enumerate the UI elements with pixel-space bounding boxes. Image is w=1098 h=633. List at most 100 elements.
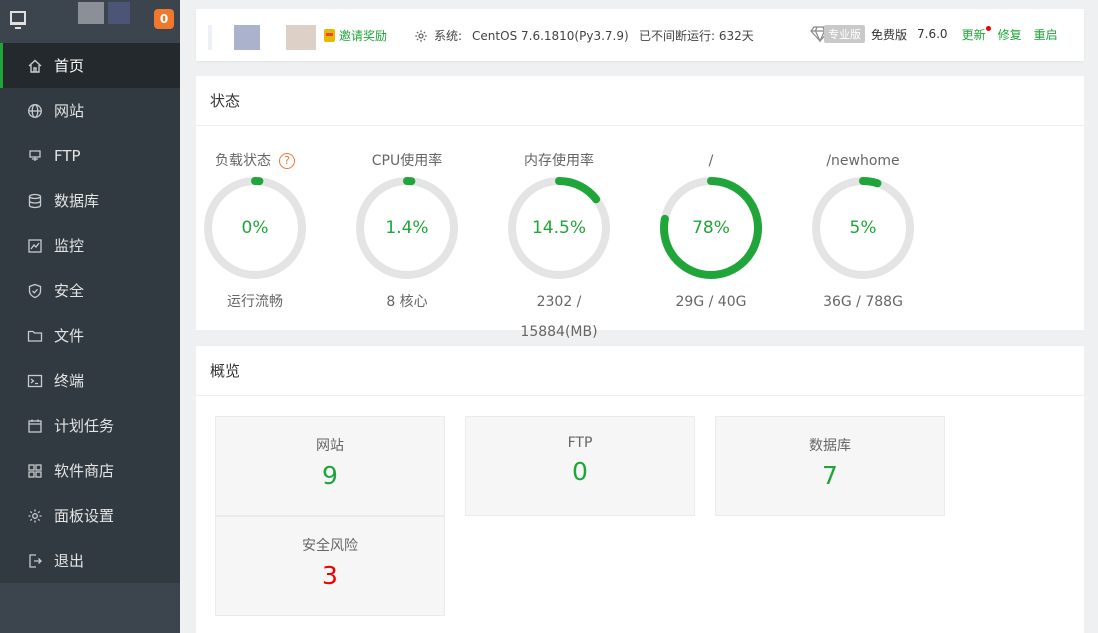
sidebar-item-label: 数据库 bbox=[54, 192, 100, 210]
sidebar-item-files[interactable]: 文件 bbox=[0, 313, 180, 358]
gauge-label: / bbox=[708, 153, 714, 169]
sidebar-item-label: 面板设置 bbox=[54, 507, 115, 525]
blurred-ip-1 bbox=[208, 25, 212, 50]
card-value: 0 bbox=[572, 457, 588, 486]
overview-card-database[interactable]: 数据库 7 bbox=[715, 416, 945, 516]
blurred-ip-3 bbox=[286, 25, 316, 50]
free-edition-label: 免费版 bbox=[871, 27, 908, 42]
card-value: 3 bbox=[322, 561, 338, 590]
sidebar-item-website[interactable]: 网站 bbox=[0, 88, 180, 133]
overview-title: 概览 bbox=[196, 346, 1084, 396]
gauge-ring[interactable]: 78% bbox=[658, 175, 764, 281]
gauge-sub: 36G / 788G bbox=[823, 294, 903, 310]
ftp-icon bbox=[27, 148, 43, 164]
repair-link[interactable]: 修复 bbox=[998, 26, 1022, 43]
home-icon bbox=[27, 58, 43, 74]
sidebar-item-label: 计划任务 bbox=[54, 417, 115, 435]
uptime-text: 已不间断运行: 632天 bbox=[639, 29, 754, 43]
status-title: 状态 bbox=[196, 76, 1084, 126]
gauge-ring[interactable]: 0% bbox=[202, 175, 308, 281]
sidebar-item-label: 文件 bbox=[54, 327, 85, 345]
gauge-sub: 8 核心 bbox=[386, 294, 428, 310]
card-label: 安全风险 bbox=[302, 538, 358, 554]
blurred-ip-2 bbox=[234, 25, 260, 50]
terminal-icon bbox=[27, 373, 43, 389]
overview-card-website[interactable]: 网站 9 bbox=[215, 416, 445, 516]
shield-icon bbox=[27, 283, 43, 299]
pro-edition-badge[interactable]: 专业版 bbox=[824, 25, 865, 43]
calendar-icon bbox=[27, 418, 43, 434]
version-number: 7.6.0 bbox=[917, 27, 948, 41]
gauge-sub: 运行流畅 bbox=[227, 294, 283, 310]
sidebar-item-label: 首页 bbox=[54, 57, 85, 75]
sidebar-item-monitor[interactable]: 监控 bbox=[0, 223, 180, 268]
sidebar-item-label: 退出 bbox=[54, 552, 85, 570]
sidebar-item-store[interactable]: 软件商店 bbox=[0, 448, 180, 493]
gauge-ring[interactable]: 1.4% bbox=[354, 175, 460, 281]
sidebar-item-label: 网站 bbox=[54, 102, 85, 120]
database-icon bbox=[27, 193, 43, 209]
gauge-cpu: CPU使用率 1.4% 8 核心 bbox=[352, 151, 462, 317]
gauge-value: 78% bbox=[692, 218, 730, 238]
sidebar-item-terminal[interactable]: 终端 bbox=[0, 358, 180, 403]
logout-icon bbox=[27, 553, 43, 569]
gauge-value: 14.5% bbox=[531, 218, 586, 238]
gauge-ring[interactable]: 14.5% bbox=[506, 175, 612, 281]
gauge-value: 5% bbox=[849, 218, 877, 238]
gauge-label: 负载状态 bbox=[215, 153, 271, 169]
monitor-icon bbox=[27, 238, 43, 254]
gauge-sub: 29G / 40G bbox=[675, 294, 747, 310]
blurred-hostname bbox=[78, 2, 104, 24]
invite-label: 邀请奖励 bbox=[339, 29, 388, 43]
version-area: 专业版 免费版 7.6.0 更新 修复 重启 bbox=[810, 25, 1070, 43]
invite-reward-link[interactable]: 邀请奖励 bbox=[324, 27, 387, 44]
gear-icon bbox=[27, 508, 43, 524]
sidebar-item-ftp[interactable]: FTP bbox=[0, 133, 180, 178]
folder-icon bbox=[27, 328, 43, 344]
update-link[interactable]: 更新 bbox=[962, 25, 991, 43]
system-label: 系统: bbox=[434, 29, 463, 43]
gauge-disk-newhome: /newhome 5% 36G / 788G bbox=[808, 151, 918, 317]
overview-card-security-risk[interactable]: 安全风险 3 bbox=[215, 516, 445, 616]
overview-panel: 概览 网站 9 FTP 0 数据库 7 安全风险 3 bbox=[196, 346, 1084, 633]
gauge-label-wrap: 负载状态? bbox=[200, 151, 310, 171]
gear-icon bbox=[414, 29, 428, 43]
grid-icon bbox=[27, 463, 43, 479]
sidebar-menu: 首页 网站 FTP 数据库 监控 安全 文件 终端 计划任务 软件商店 面板设置… bbox=[0, 43, 180, 583]
sidebar-item-logout[interactable]: 退出 bbox=[0, 538, 180, 583]
sidebar-item-label: 监控 bbox=[54, 237, 85, 255]
globe-icon bbox=[27, 103, 43, 119]
card-value: 9 bbox=[322, 461, 338, 490]
status-panel: 状态 负载状态? 0% 运行流畅 CPU使用率 1.4% 8 核心 内存使用率 … bbox=[196, 76, 1084, 340]
system-value: CentOS 7.6.1810(Py3.7.9) bbox=[472, 28, 629, 43]
card-label: 数据库 bbox=[809, 438, 851, 454]
system-info: 系统: CentOS 7.6.1810(Py3.7.9) bbox=[414, 27, 629, 44]
sidebar-item-label: 终端 bbox=[54, 372, 85, 390]
sidebar-item-database[interactable]: 数据库 bbox=[0, 178, 180, 223]
card-label: 网站 bbox=[316, 438, 344, 454]
sidebar-item-settings[interactable]: 面板设置 bbox=[0, 493, 180, 538]
sidebar-item-security[interactable]: 安全 bbox=[0, 268, 180, 313]
restart-link[interactable]: 重启 bbox=[1034, 26, 1058, 43]
sidebar-item-home[interactable]: 首页 bbox=[0, 43, 180, 88]
sidebar-header: 0 bbox=[0, 0, 180, 43]
top-bar: 邀请奖励 系统: CentOS 7.6.1810(Py3.7.9) 已不间断运行… bbox=[196, 9, 1084, 61]
gauge-load: 负载状态? 0% 运行流畅 bbox=[200, 151, 310, 317]
gauge-ring[interactable]: 5% bbox=[810, 175, 916, 281]
gauge-label: /newhome bbox=[826, 153, 900, 169]
gauge-value: 0% bbox=[241, 218, 269, 238]
sidebar-item-cron[interactable]: 计划任务 bbox=[0, 403, 180, 448]
help-icon[interactable]: ? bbox=[279, 153, 295, 169]
message-badge[interactable]: 0 bbox=[154, 9, 174, 29]
gift-icon bbox=[324, 29, 335, 42]
gauge-value: 1.4% bbox=[385, 218, 429, 238]
monitor-logo-icon bbox=[10, 11, 26, 29]
card-value: 7 bbox=[822, 461, 838, 490]
gauge-memory: 内存使用率 14.5% 2302 / 15884(MB) bbox=[504, 151, 614, 347]
sidebar-item-label: 软件商店 bbox=[54, 462, 115, 480]
sidebar-item-label: FTP bbox=[54, 146, 81, 165]
card-label: FTP bbox=[567, 435, 593, 451]
gauge-label: 内存使用率 bbox=[524, 153, 594, 169]
blurred-hostname-2 bbox=[108, 2, 130, 24]
overview-card-ftp[interactable]: FTP 0 bbox=[465, 416, 695, 516]
